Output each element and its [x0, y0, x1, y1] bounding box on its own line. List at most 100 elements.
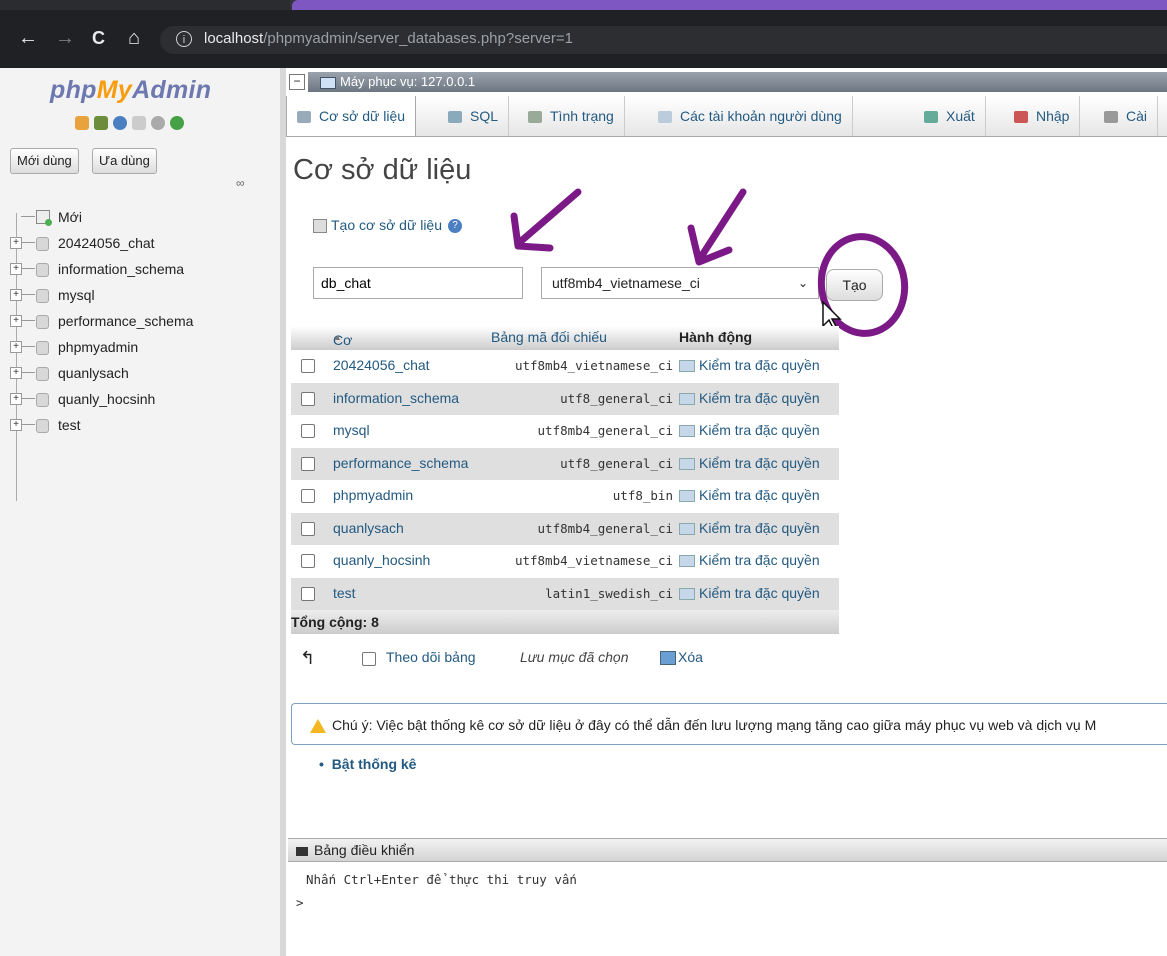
collapse-sidebar-icon[interactable]: −	[289, 74, 305, 90]
console-toggle-bar[interactable]: Bảng điều khiển	[288, 838, 1167, 862]
tree-item-database[interactable]: + information_schema	[10, 256, 275, 282]
database-name-link[interactable]: test	[333, 585, 356, 601]
expand-plus-icon[interactable]: +	[10, 289, 22, 301]
check-privileges-text: Kiểm tra đặc quyền	[699, 487, 820, 503]
privileges-icon	[679, 490, 695, 503]
check-privileges-link[interactable]: Kiểm tra đặc quyền	[679, 390, 820, 406]
delete-selected-button[interactable]: Xóa	[660, 649, 703, 666]
check-privileges-link[interactable]: Kiểm tra đặc quyền	[679, 585, 820, 601]
tree-item-database[interactable]: + mysql	[10, 282, 275, 308]
row-checkbox[interactable]	[301, 521, 315, 536]
gear-icon[interactable]	[151, 115, 165, 130]
check-privileges-link[interactable]: Kiểm tra đặc quyền	[679, 422, 820, 438]
column-header-collation[interactable]: Bảng mã đối chiếu	[491, 329, 607, 345]
browser-tab-active[interactable]	[292, 0, 1167, 10]
expand-plus-icon[interactable]: +	[10, 393, 22, 405]
tree-connector	[21, 346, 35, 347]
table-body: 20424056_chat utf8mb4_vietnamese_ci Kiểm t…	[291, 350, 839, 610]
database-name-input[interactable]	[313, 267, 523, 299]
expand-plus-icon[interactable]: +	[10, 315, 22, 327]
tab-settings[interactable]: Cài	[1094, 96, 1159, 136]
tab-database[interactable]: Cơ sở dữ liệu	[286, 96, 417, 136]
row-checkbox[interactable]	[301, 456, 315, 471]
tab-import[interactable]: Nhập	[1004, 96, 1081, 136]
database-icon	[36, 315, 49, 329]
check-privileges-link[interactable]: Kiểm tra đặc quyền	[679, 357, 820, 373]
database-name-link[interactable]: performance_schema	[333, 455, 468, 471]
privileges-icon	[679, 392, 695, 405]
tree-item-database[interactable]: + performance_schema	[10, 308, 275, 334]
phpmyadmin-logo[interactable]: phpMyAdmin	[50, 76, 211, 105]
import-icon	[1014, 111, 1028, 124]
browser-tab-inactive[interactable]	[0, 0, 290, 10]
check-privileges-text: Kiểm tra đặc quyền	[699, 454, 820, 471]
tree-item-database[interactable]: + quanly_hocsinh	[10, 386, 275, 412]
expand-plus-icon[interactable]: +	[10, 419, 22, 431]
row-checkbox[interactable]	[301, 359, 315, 373]
tree-item-database[interactable]: + phpmyadmin	[10, 334, 275, 360]
expand-plus-icon[interactable]: +	[10, 367, 22, 379]
refresh-icon[interactable]	[170, 115, 184, 130]
row-checkbox[interactable]	[301, 391, 315, 406]
console-hint: Nhấn Ctrl+Enter để thực thi truy vấn	[306, 872, 577, 887]
collation-cell: utf8mb4_vietnamese_ci	[514, 553, 673, 568]
check-privileges-link[interactable]: Kiểm tra đặc quyền	[679, 520, 820, 536]
home-icon[interactable]	[75, 115, 89, 130]
expand-plus-icon[interactable]: +	[10, 263, 22, 275]
expand-plus-icon[interactable]: +	[10, 341, 22, 353]
tree-item-database[interactable]: +20424056_chat	[10, 230, 275, 256]
row-checkbox[interactable]	[301, 586, 315, 601]
docs-icon[interactable]	[132, 115, 146, 130]
row-checkbox[interactable]	[301, 554, 315, 568]
help-icon[interactable]	[113, 115, 127, 130]
expand-plus-icon[interactable]: +	[10, 237, 22, 249]
column-header-action: Hành động	[679, 329, 753, 345]
delete-label: Xóa	[678, 649, 703, 665]
privileges-icon	[679, 555, 695, 568]
database-icon	[36, 237, 49, 251]
warning-icon	[310, 719, 326, 734]
tab-label: Cơ sở dữ liệu	[319, 108, 406, 124]
url-text[interactable]: localhost/phpmyadmin/server_databases.ph…	[204, 30, 573, 47]
row-checkbox[interactable]	[301, 489, 315, 503]
check-privileges-link[interactable]: Kiểm tra đặc quyền	[679, 455, 820, 471]
link-chain-icon[interactable]: ∞	[236, 176, 245, 190]
database-name-link[interactable]: phpmyadmin	[333, 487, 413, 503]
back-arrow-icon[interactable]: ←	[18, 28, 38, 48]
check-privileges-link[interactable]: Kiểm tra đặc quyền	[679, 487, 820, 503]
tab-users[interactable]: Các tài khoản người dùng	[648, 96, 853, 136]
check-privileges-link[interactable]: Kiểm tra đặc quyền	[679, 552, 820, 568]
url-host: localhost	[204, 30, 264, 47]
check-privileges-text: Kiểm tra đặc quyền	[699, 357, 820, 373]
check-all-checkbox[interactable]	[362, 652, 376, 666]
tab-sql[interactable]: SQL	[438, 96, 510, 136]
favorites-button[interactable]: Ưa dùng	[92, 148, 157, 174]
check-all-label[interactable]: Theo dõi bảng	[386, 649, 476, 665]
forward-arrow-icon[interactable]: →	[55, 28, 75, 48]
database-name-link[interactable]: quanlysach	[333, 520, 404, 536]
database-name-link[interactable]: 20424056_chat	[333, 357, 430, 373]
site-info-icon[interactable]: i	[176, 31, 192, 47]
recent-button[interactable]: Mới dùng	[10, 148, 79, 174]
database-name-link[interactable]: quanly_hocsinh	[333, 552, 430, 568]
reload-icon[interactable]: C	[92, 28, 105, 48]
privileges-icon	[679, 457, 695, 470]
tree-item-database[interactable]: + test	[10, 412, 275, 438]
database-icon	[36, 263, 49, 277]
tree-item-database[interactable]: + quanlysach	[10, 360, 275, 386]
row-checkbox[interactable]	[301, 424, 315, 438]
enable-statistics-link[interactable]: • Bật thống kê	[319, 756, 416, 772]
database-name-link[interactable]: mysql	[333, 422, 370, 438]
server-breadcrumb[interactable]: Máy phục vụ: 127.0.0.1	[308, 72, 1167, 92]
help-icon[interactable]: ?	[448, 219, 462, 234]
logout-icon[interactable]	[94, 115, 108, 130]
privileges-icon	[679, 522, 695, 535]
tab-status[interactable]: Tình trạng	[518, 96, 625, 136]
statistics-notice: Chú ý: Việc bật thống kê cơ sở dữ liệu ở…	[291, 703, 1167, 745]
database-name-link[interactable]: information_schema	[333, 390, 459, 406]
collation-select[interactable]: utf8mb4_vietnamese_ci ⌄	[541, 267, 819, 299]
tab-export[interactable]: Xuất	[914, 96, 986, 136]
tree-item-new[interactable]: Mới	[10, 204, 275, 230]
console-body[interactable]: Nhấn Ctrl+Enter để thực thi truy vấn >	[288, 862, 1167, 910]
home-icon[interactable]: ⌂	[128, 28, 140, 48]
